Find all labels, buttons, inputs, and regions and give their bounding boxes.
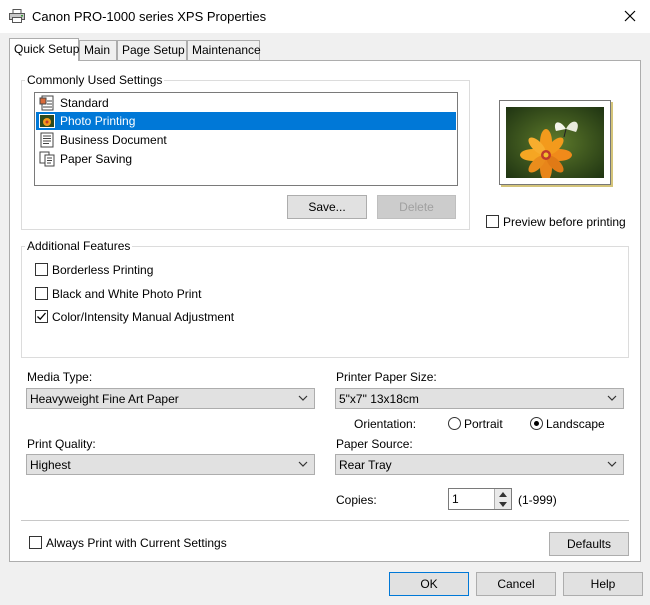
color-intensity-checkbox[interactable]: [35, 310, 48, 323]
chevron-down-icon: [499, 501, 507, 507]
portrait-radio[interactable]: [448, 417, 461, 430]
chevron-down-icon: [607, 461, 617, 467]
preview-photo-icon: [506, 107, 604, 178]
print-quality-label: Print Quality:: [27, 437, 96, 451]
close-button[interactable]: [614, 3, 646, 29]
borderless-printing-label: Borderless Printing: [52, 263, 154, 277]
color-intensity-label: Color/Intensity Manual Adjustment: [52, 310, 235, 324]
print-quality-select[interactable]: Highest: [26, 454, 315, 475]
paper-source-select[interactable]: Rear Tray: [335, 454, 624, 475]
photo-flower-icon: [39, 114, 55, 128]
delete-button[interactable]: Delete: [377, 195, 456, 219]
preview-before-printing-checkbox[interactable]: [486, 215, 499, 228]
list-item-photo-printing[interactable]: Photo Printing: [36, 112, 456, 130]
list-item-label: Paper Saving: [60, 152, 133, 166]
black-white-photo-label: Black and White Photo Print: [52, 287, 202, 301]
chevron-down-icon: [607, 395, 617, 401]
defaults-button[interactable]: Defaults: [549, 532, 629, 556]
print-quality-value: Highest: [30, 457, 71, 472]
chevron-down-icon: [298, 461, 308, 467]
help-button[interactable]: Help: [563, 572, 643, 596]
paper-saving-icon: [39, 151, 55, 167]
copies-value[interactable]: 1: [452, 492, 459, 506]
tab-maintenance[interactable]: Maintenance: [187, 40, 261, 60]
printer-icon: [9, 9, 25, 23]
printer-paper-size-value: 5"x7" 13x18cm: [339, 391, 419, 406]
settings-list[interactable]: Standard Photo Printing Business Documen…: [34, 92, 458, 186]
commonly-used-settings-label: Commonly Used Settings: [25, 73, 165, 87]
save-button[interactable]: Save...: [287, 195, 367, 219]
list-item-standard[interactable]: Standard: [36, 94, 456, 112]
paper-source-label: Paper Source:: [336, 437, 413, 451]
copies-label: Copies:: [336, 493, 377, 507]
list-item-paper-saving[interactable]: Paper Saving: [36, 150, 456, 168]
copies-range: (1-999): [518, 493, 557, 507]
chevron-up-icon: [499, 491, 507, 497]
list-item-label: Photo Printing: [60, 114, 136, 128]
borderless-printing-checkbox[interactable]: [35, 263, 48, 276]
landscape-label: Landscape: [546, 417, 605, 431]
preview-image-frame: [499, 100, 611, 185]
copies-stepper[interactable]: 1: [448, 488, 512, 510]
copies-increment-button[interactable]: [494, 489, 511, 499]
document-settings-icon: [39, 95, 54, 111]
checkmark-icon: [37, 312, 46, 321]
ok-button[interactable]: OK: [389, 572, 469, 596]
always-print-checkbox[interactable]: [29, 536, 42, 549]
separator: [21, 520, 629, 521]
portrait-label: Portrait: [464, 417, 503, 431]
paper-source-value: Rear Tray: [339, 457, 392, 472]
printer-paper-size-select[interactable]: 5"x7" 13x18cm: [335, 388, 624, 409]
close-icon: [624, 10, 636, 22]
preview-before-printing-label: Preview before printing: [503, 215, 626, 229]
list-item-business-document[interactable]: Business Document: [36, 131, 456, 149]
chevron-down-icon: [298, 395, 308, 401]
tab-quick-setup[interactable]: Quick Setup: [9, 38, 79, 61]
list-item-label: Business Document: [60, 133, 167, 147]
tab-page-setup[interactable]: Page Setup: [117, 40, 187, 60]
tab-main[interactable]: Main: [79, 40, 117, 60]
black-white-photo-checkbox[interactable]: [35, 287, 48, 300]
always-print-label: Always Print with Current Settings: [46, 536, 227, 550]
business-document-icon: [40, 132, 54, 148]
orientation-label: Orientation:: [354, 417, 417, 431]
window-title: Canon PRO-1000 series XPS Properties: [32, 9, 267, 24]
additional-features-label: Additional Features: [25, 239, 133, 253]
media-type-label: Media Type:: [27, 370, 93, 384]
media-type-value: Heavyweight Fine Art Paper: [30, 391, 179, 406]
printer-paper-size-label: Printer Paper Size:: [336, 370, 437, 384]
copies-decrement-button[interactable]: [494, 499, 511, 509]
cancel-button[interactable]: Cancel: [476, 572, 556, 596]
landscape-radio[interactable]: [530, 417, 543, 430]
media-type-select[interactable]: Heavyweight Fine Art Paper: [26, 388, 315, 409]
list-item-label: Standard: [60, 96, 109, 110]
